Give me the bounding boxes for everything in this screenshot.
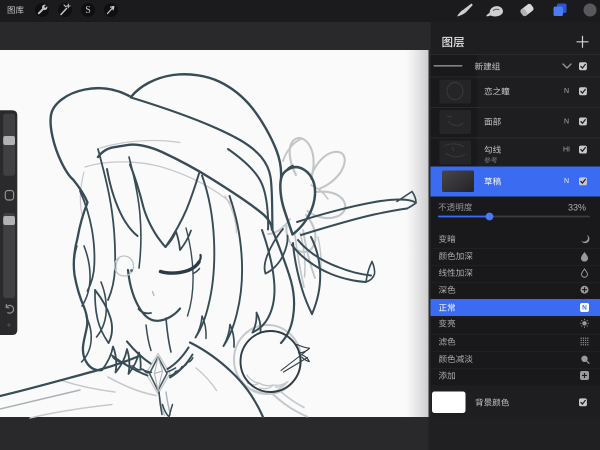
- svg-text:N: N: [582, 304, 587, 311]
- svg-text:HI: HI: [563, 146, 570, 153]
- svg-text:N: N: [564, 178, 569, 185]
- svg-text:S: S: [85, 5, 91, 16]
- svg-text:N: N: [564, 88, 569, 95]
- svg-text:33%: 33%: [568, 202, 586, 212]
- svg-text:N: N: [564, 118, 569, 125]
